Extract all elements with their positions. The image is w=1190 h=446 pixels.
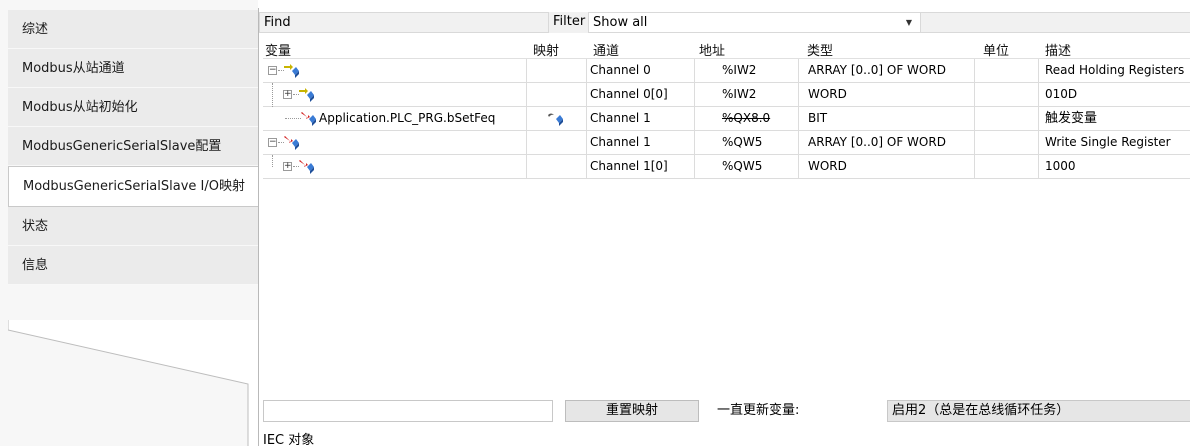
expand-icon[interactable]: + xyxy=(283,90,292,99)
nav-item-info[interactable]: 信息 xyxy=(8,246,258,285)
filter-toolbar: Find Filter Show all ▼ xyxy=(259,8,1190,35)
always-update-label: 一直更新变量: xyxy=(717,403,800,418)
column-header-address[interactable]: 地址 xyxy=(699,40,725,59)
collapse-icon[interactable]: − xyxy=(268,138,277,147)
type-cell: ARRAY [0..0] OF WORD xyxy=(799,59,975,83)
address-cell[interactable]: %QW5 xyxy=(695,155,799,179)
description-cell: 010D xyxy=(1045,87,1078,101)
bottom-bar: 重置映射 一直更新变量: 启用2（总是在总线循环任务） xyxy=(263,398,1190,424)
column-header-channel[interactable]: 通道 xyxy=(593,40,619,59)
column-header-mapping[interactable]: 映射 xyxy=(533,40,559,59)
unit-cell xyxy=(975,131,1039,155)
nav-item-slave-config[interactable]: ModbusGenericSerialSlave配置 xyxy=(8,127,258,166)
address-cell[interactable]: %IW2 xyxy=(695,59,799,83)
find-label: Find xyxy=(259,12,549,33)
nav-list: 综述 Modbus从站通道 Modbus从站初始化 ModbusGenericS… xyxy=(8,10,258,285)
tree-connector xyxy=(272,83,273,107)
iec-object-label: IEC 对象 xyxy=(263,433,315,446)
tree-connector xyxy=(285,118,301,119)
table-header: 变量 映射 通道 地址 类型 单位 描述 xyxy=(263,37,1190,59)
nav-item-modbus-slave-init[interactable]: Modbus从站初始化 xyxy=(8,88,258,127)
channel-cell: Channel 1 xyxy=(587,131,695,155)
table-row[interactable]: + Channel 0[0] %IW2 WORD 010D xyxy=(263,83,1190,107)
mapping-cell[interactable] xyxy=(527,131,587,155)
nav-tail-decoration xyxy=(8,320,260,446)
output-channel-icon xyxy=(301,112,316,126)
table-row[interactable]: Application.PLC_PRG.bSetFeq Channel 1 %Q… xyxy=(263,107,1190,131)
column-header-variable[interactable]: 变量 xyxy=(265,40,291,59)
description-cell: Write Single Register xyxy=(1045,135,1171,149)
collapse-icon[interactable]: − xyxy=(268,66,277,75)
always-update-select[interactable]: 启用2（总是在总线循环任务） xyxy=(887,400,1190,422)
channel-cell: Channel 0[0] xyxy=(587,83,695,107)
filter-select[interactable]: Show all ▼ xyxy=(589,12,921,33)
table-row[interactable]: + Channel 1[0] %QW5 WORD 1000 xyxy=(263,155,1190,179)
address-cell[interactable]: %QW5 xyxy=(695,131,799,155)
mapping-cell[interactable] xyxy=(527,107,587,131)
left-nav: 综述 Modbus从站通道 Modbus从站初始化 ModbusGenericS… xyxy=(0,0,260,446)
description-cell: Read Holding Registers xyxy=(1045,63,1185,77)
nav-item-modbus-slave-channel[interactable]: Modbus从站通道 xyxy=(8,49,258,88)
address-cell[interactable]: %IW2 xyxy=(695,83,799,107)
mapping-cell[interactable] xyxy=(527,83,587,107)
variable-cell[interactable]: − xyxy=(263,59,527,83)
output-channel-icon xyxy=(299,160,314,174)
mapping-cell[interactable] xyxy=(527,155,587,179)
tree-connector xyxy=(272,155,273,167)
variable-name: Application.PLC_PRG.bSetFeq xyxy=(319,111,496,125)
unit-cell xyxy=(975,83,1039,107)
toolbar-spacer xyxy=(921,12,1190,33)
table-row[interactable]: − Channel 0 %IW2 ARRAY [0..0] OF WORD Re… xyxy=(263,59,1190,83)
channel-cell: Channel 1 xyxy=(587,107,695,131)
description-cell: 1000 xyxy=(1045,159,1076,173)
variable-cell[interactable]: Application.PLC_PRG.bSetFeq xyxy=(263,107,527,131)
filter-label: Filter xyxy=(549,12,589,33)
unit-cell xyxy=(975,59,1039,83)
channel-cell: Channel 0 xyxy=(587,59,695,83)
column-header-type[interactable]: 类型 xyxy=(807,40,833,59)
description-cell: 触发变量 xyxy=(1045,111,1098,126)
channel-cell: Channel 1[0] xyxy=(587,155,695,179)
table-row[interactable]: − Channel 1 %QW5 ARRAY [0..0] OF WORD Wr… xyxy=(263,131,1190,155)
reset-mapping-button[interactable]: 重置映射 xyxy=(565,400,699,422)
column-header-description[interactable]: 描述 xyxy=(1045,40,1071,59)
mapped-variable-icon xyxy=(548,113,563,126)
input-channel-icon xyxy=(284,64,299,78)
unit-cell xyxy=(975,107,1039,131)
nav-item-overview[interactable]: 综述 xyxy=(8,10,258,49)
output-channel-icon xyxy=(284,136,299,150)
chevron-down-icon[interactable]: ▼ xyxy=(906,18,912,28)
io-mapping-panel: Find Filter Show all ▼ 变量 映射 通道 地址 类型 单位… xyxy=(258,8,1190,446)
column-header-unit[interactable]: 单位 xyxy=(983,40,1009,59)
input-channel-icon xyxy=(299,88,314,102)
variable-search-input[interactable] xyxy=(263,400,553,422)
address-cell[interactable]: %QX8.0 xyxy=(695,107,799,131)
nav-item-io-mapping[interactable]: ModbusGenericSerialSlave I/O映射 xyxy=(8,166,258,207)
unit-cell xyxy=(975,155,1039,179)
type-cell: WORD xyxy=(799,83,975,107)
type-cell: ARRAY [0..0] OF WORD xyxy=(799,131,975,155)
variable-cell[interactable]: + xyxy=(263,155,527,179)
variable-cell[interactable]: + xyxy=(263,83,527,107)
nav-item-status[interactable]: 状态 xyxy=(8,207,258,246)
type-cell: BIT xyxy=(799,107,975,131)
type-cell: WORD xyxy=(799,155,975,179)
expand-icon[interactable]: + xyxy=(283,162,292,171)
variable-cell[interactable]: − xyxy=(263,131,527,155)
mapping-cell[interactable] xyxy=(527,59,587,83)
filter-select-value: Show all xyxy=(593,15,648,30)
io-mapping-table: 变量 映射 通道 地址 类型 单位 描述 − Channel 0 %IW2 AR… xyxy=(263,37,1190,179)
